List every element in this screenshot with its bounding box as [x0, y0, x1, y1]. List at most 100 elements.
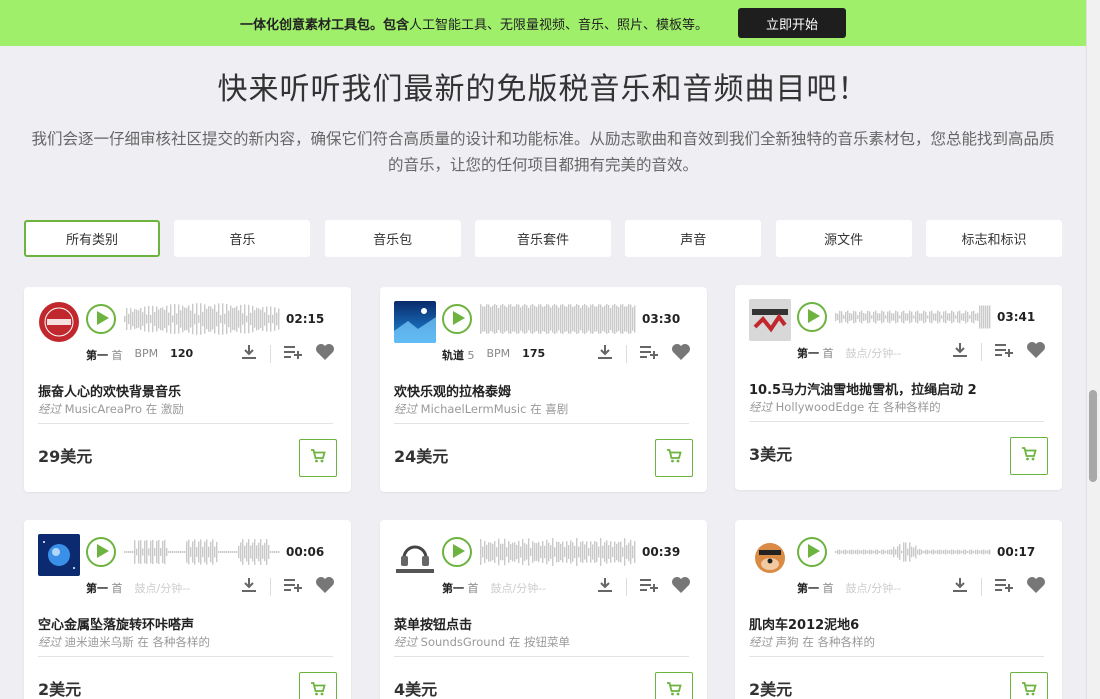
- category-link[interactable]: 各种各样的: [152, 635, 210, 649]
- category-link[interactable]: 喜剧: [545, 402, 568, 416]
- card-divider: [749, 656, 1044, 657]
- start-now-button[interactable]: 立即开始: [738, 8, 847, 38]
- waveform[interactable]: [124, 301, 280, 337]
- heart-icon[interactable]: [1026, 341, 1046, 363]
- play-button[interactable]: [797, 537, 827, 567]
- promo-bar: 一体化创意素材工具包。包含人工智能工具、无限量视频、音乐、照片、模板等。 立即开…: [0, 0, 1086, 46]
- waveform[interactable]: [480, 301, 636, 337]
- scrollbar-thumb[interactable]: [1089, 390, 1097, 482]
- waveform[interactable]: [124, 534, 280, 570]
- heart-icon[interactable]: [1026, 576, 1046, 598]
- bpm-label: BPM: [486, 347, 511, 360]
- play-button[interactable]: [442, 537, 472, 567]
- filter-music[interactable]: 音乐: [174, 220, 311, 257]
- add-to-collection-icon[interactable]: [639, 343, 659, 365]
- audio-card: 03:30 轨道 5 BPM 175 欢快乐观的拉格泰姆 经过 MichaelLe…: [380, 287, 707, 492]
- download-icon[interactable]: [240, 576, 258, 598]
- audio-card: 00:17 第一 首 鼓点/分钟-- 肌肉车2012泥地6 经过 声狗 在 各种…: [735, 520, 1062, 699]
- waveform[interactable]: [480, 534, 636, 570]
- track-author-line: 经过 HollywoodEdge 在 各种各样的: [749, 400, 941, 414]
- track-title[interactable]: 菜单按钮点击: [394, 614, 472, 633]
- author-link[interactable]: SoundsGround: [421, 635, 506, 649]
- add-to-collection-icon[interactable]: [994, 341, 1014, 363]
- heart-icon[interactable]: [671, 343, 691, 365]
- divider: [981, 343, 982, 361]
- track-duration: 03:30: [642, 312, 681, 326]
- add-to-cart-button[interactable]: [299, 439, 337, 477]
- track-count-unit: 首: [822, 347, 834, 360]
- blue-planet-icon[interactable]: [38, 534, 80, 576]
- category-link[interactable]: 激励: [161, 402, 184, 416]
- download-icon[interactable]: [951, 576, 969, 598]
- card-actions: [951, 576, 1046, 598]
- filter-music-packs[interactable]: 音乐包: [324, 220, 461, 257]
- audio-card: 03:41 第一 首 鼓点/分钟-- 10.5马力汽油雪地抛雪机，拉绳启动 2 …: [735, 285, 1062, 490]
- download-icon[interactable]: [951, 341, 969, 363]
- track-title[interactable]: 肌肉车2012泥地6: [749, 614, 859, 633]
- play-button[interactable]: [797, 302, 827, 332]
- red-circle-logo-icon[interactable]: [38, 301, 80, 343]
- track-author-line: 经过 MichaelLermMusic 在 喜剧: [394, 402, 569, 416]
- author-link[interactable]: HollywoodEdge: [776, 400, 865, 414]
- category-link[interactable]: 按钮菜单: [524, 635, 570, 649]
- add-to-collection-icon[interactable]: [639, 576, 659, 598]
- cart-icon: [310, 448, 326, 468]
- track-title[interactable]: 空心金属坠落旋转环咔嗒声: [38, 614, 194, 633]
- price: 2美元: [749, 680, 793, 699]
- waveform[interactable]: [835, 534, 991, 570]
- headphones-logo-icon[interactable]: [394, 534, 436, 576]
- add-to-cart-button[interactable]: [299, 672, 337, 699]
- bpm-label: 鼓点/分钟--: [134, 582, 191, 595]
- blue-abstract-art-icon[interactable]: [394, 301, 436, 343]
- divider: [270, 578, 271, 596]
- track-duration: 02:15: [286, 312, 325, 326]
- add-to-cart-button[interactable]: [1010, 672, 1048, 699]
- play-button[interactable]: [86, 537, 116, 567]
- filter-music-kits[interactable]: 音乐套件: [474, 220, 611, 257]
- add-to-cart-button[interactable]: [1010, 437, 1048, 475]
- category-link[interactable]: 各种各样的: [817, 635, 875, 649]
- track-title[interactable]: 欢快乐观的拉格泰姆: [394, 381, 511, 400]
- download-icon[interactable]: [596, 343, 614, 365]
- track-duration: 00:06: [286, 545, 325, 559]
- download-icon[interactable]: [240, 343, 258, 365]
- category-link[interactable]: 各种各样的: [883, 400, 941, 414]
- filter-logos[interactable]: 标志和标识: [925, 220, 1062, 257]
- author-link[interactable]: 声狗: [776, 635, 799, 649]
- author-link[interactable]: 迪米迪米乌斯: [65, 635, 134, 649]
- add-to-collection-icon[interactable]: [994, 576, 1014, 598]
- audio-card: 00:39 第一 首 鼓点/分钟-- 菜单按钮点击 经过 SoundsGroun…: [380, 520, 707, 699]
- track-title[interactable]: 振奋人心的欢快背景音乐: [38, 381, 181, 400]
- filter-sound[interactable]: 声音: [625, 220, 762, 257]
- audio-card: 02:15 第一 首 BPM 120 振奋人心的欢快背景音乐 经过 MusicAr…: [24, 287, 351, 492]
- track-duration: 00:39: [642, 545, 681, 559]
- author-link[interactable]: MichaelLermMusic: [421, 402, 527, 416]
- add-to-cart-button[interactable]: [655, 439, 693, 477]
- track-count-label: 第一: [86, 582, 108, 595]
- hollywood-edge-logo-icon[interactable]: [749, 299, 791, 341]
- waveform[interactable]: [835, 299, 991, 335]
- download-icon[interactable]: [596, 576, 614, 598]
- play-button[interactable]: [86, 304, 116, 334]
- heart-icon[interactable]: [671, 576, 691, 598]
- filter-all-categories[interactable]: 所有类别: [24, 220, 160, 257]
- cartoon-dog-icon[interactable]: [749, 534, 791, 576]
- play-button[interactable]: [442, 304, 472, 334]
- heart-icon[interactable]: [315, 576, 335, 598]
- track-author-line: 经过 迪米迪米乌斯 在 各种各样的: [38, 635, 210, 649]
- scrollbar[interactable]: [1086, 0, 1100, 699]
- author-link[interactable]: MusicAreaPro: [65, 402, 142, 416]
- cart-icon: [666, 681, 682, 699]
- filter-source-files[interactable]: 源文件: [775, 220, 912, 257]
- track-title[interactable]: 10.5马力汽油雪地抛雪机，拉绳启动 2: [749, 379, 977, 398]
- track-count-unit: 首: [467, 582, 479, 595]
- bpm-label: BPM: [134, 347, 159, 360]
- track-count-unit: 5: [467, 349, 475, 362]
- card-divider: [749, 421, 1044, 422]
- add-to-collection-icon[interactable]: [283, 343, 303, 365]
- add-to-collection-icon[interactable]: [283, 576, 303, 598]
- track-count-label: 第一: [797, 582, 819, 595]
- heart-icon[interactable]: [315, 343, 335, 365]
- card-divider: [38, 423, 333, 424]
- add-to-cart-button[interactable]: [655, 672, 693, 699]
